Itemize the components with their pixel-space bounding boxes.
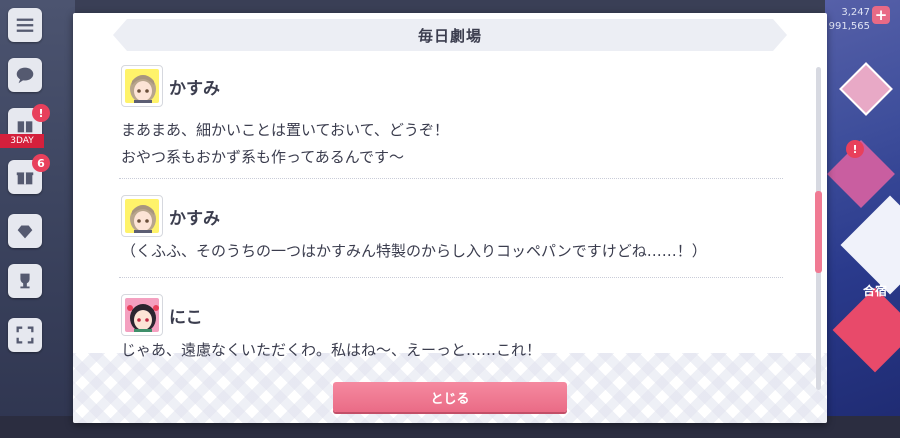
dialogue-entry: かすみ （くふふ、そのうちの一つはかすみん特製のからし入りコッペパンですけどね……	[119, 179, 783, 278]
dialogue-line: （くふふ、そのうちの一つはかすみん特製のからし入りコッペパンですけどね……！）	[121, 242, 707, 260]
speaker-name: かすみ	[169, 208, 220, 229]
dialog-title-bar: 毎日劇場	[113, 19, 787, 51]
currency-value: 3,247	[841, 7, 870, 18]
currency-display: 3,247 991,565	[826, 6, 870, 34]
add-currency-button[interactable]: +	[872, 6, 890, 24]
dialogue-line: じゃあ、遠慮なくいただくわ。私はね～、えーっと……これ！	[121, 341, 542, 359]
trophy-icon	[20, 273, 30, 289]
menu-button[interactable]	[8, 8, 42, 42]
background-diamond	[832, 287, 900, 373]
daily-theater-dialog: 毎日劇場 かすみ まあまあ、細かいことは置いておいて、どうぞ！ おやつ系もおかず…	[73, 13, 827, 423]
menu-icon	[16, 18, 34, 32]
notification-badge: !	[846, 140, 864, 158]
background-diamond	[840, 195, 900, 295]
entry-header: かすみ	[119, 179, 783, 239]
kasumi-avatar	[121, 65, 163, 107]
dialogue-line: まあまあ、細かいことは置いておいて、どうぞ！	[121, 121, 449, 139]
entry-header: かすみ	[119, 61, 783, 109]
fullscreen-button[interactable]	[8, 318, 42, 352]
background-right-panel: 合宿	[825, 0, 900, 438]
dialogue-entry: かすみ まあまあ、細かいことは置いておいて、どうぞ！ おやつ系もおかず系も作って…	[119, 61, 783, 179]
plus-icon: +	[874, 6, 888, 24]
kasumi-avatar-icon	[130, 75, 156, 103]
chat-button[interactable]	[8, 58, 42, 92]
gift-icon	[16, 172, 34, 185]
expand-icon	[16, 326, 34, 344]
event-tag: 3DAY	[0, 134, 44, 148]
speaker-name: かすみ	[169, 78, 220, 99]
background-label: 合宿	[863, 284, 888, 298]
speech-bubble-icon	[16, 67, 34, 84]
dialogue-line: おやつ系もおかず系も作ってあるんです～	[121, 148, 405, 166]
nico-avatar	[121, 294, 163, 336]
nico-avatar-icon	[127, 304, 159, 332]
kasumi-avatar-icon	[130, 205, 156, 233]
entry-header: にこ	[119, 278, 783, 338]
dialog-title: 毎日劇場	[417, 26, 482, 45]
background-diamond	[839, 62, 893, 116]
speaker-name: にこ	[169, 307, 203, 328]
dialogue-log[interactable]: かすみ まあまあ、細かいことは置いておいて、どうぞ！ おやつ系もおかず系も作って…	[119, 61, 783, 371]
notification-badge: 6	[32, 154, 50, 172]
close-button[interactable]: とじる	[333, 382, 567, 412]
currency-value: 991,565	[828, 21, 870, 32]
heart-gem-icon	[17, 225, 33, 239]
scrollbar-thumb[interactable]	[815, 191, 822, 273]
trophy-button[interactable]	[8, 264, 42, 298]
kasumi-avatar	[121, 195, 163, 237]
shop-button[interactable]	[8, 214, 42, 248]
dialogue-entry: にこ じゃあ、遠慮なくいただくわ。私はね～、えーっと……これ！	[119, 278, 783, 371]
notification-badge: !	[32, 104, 50, 122]
